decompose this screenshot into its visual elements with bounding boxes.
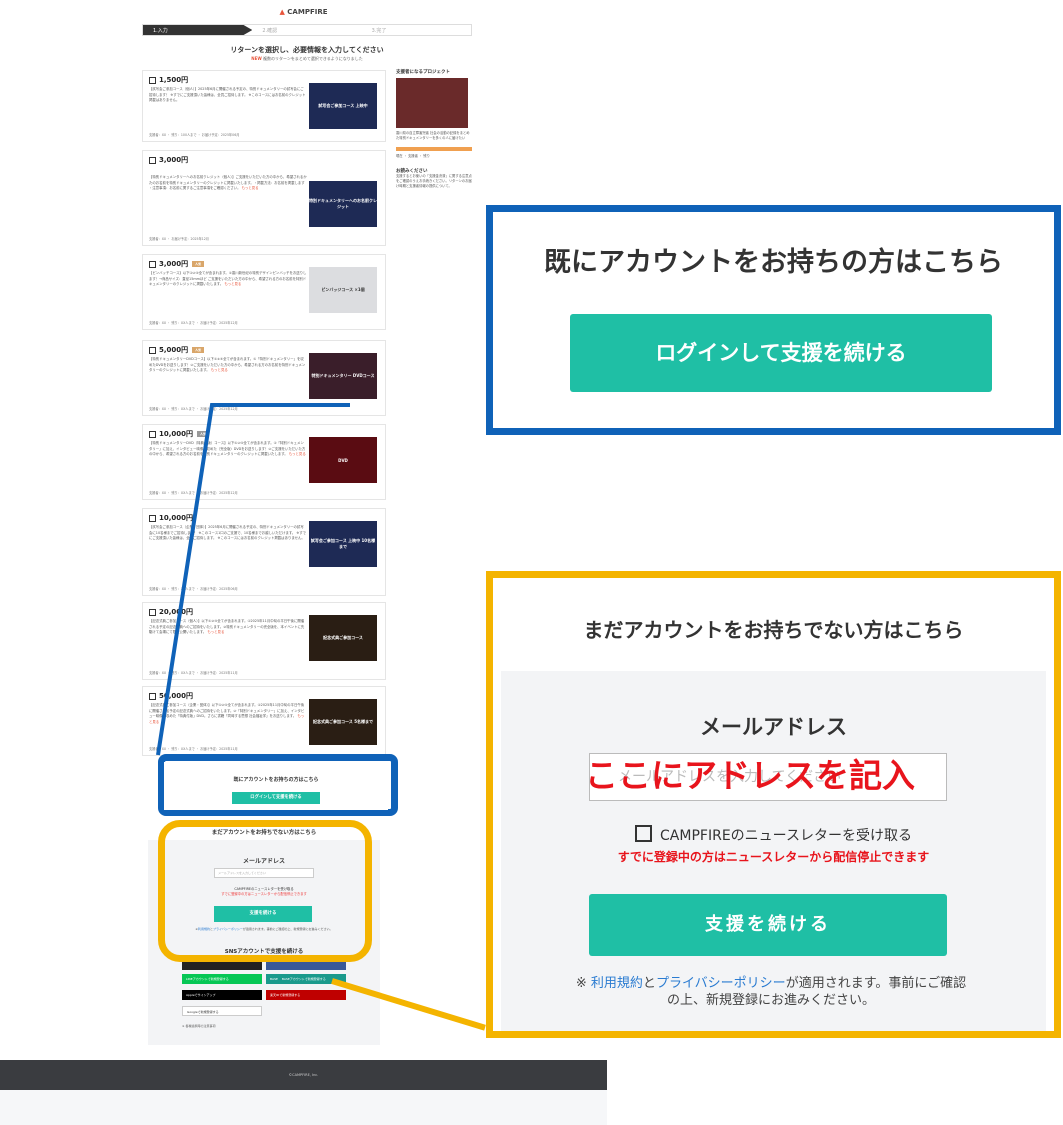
reward-meta: 支援者：XX ・ お届け予定：2025年12月 bbox=[149, 237, 209, 241]
reward-desc: 【ピンバッチコース】以下①②③全てが含まれます。①香川新世紀の特別デザインピンバ… bbox=[149, 271, 307, 286]
login-zoom-button[interactable]: ログインして支援を続ける bbox=[570, 314, 992, 392]
sns-note: ※ 各種連携時の注意事項 bbox=[182, 1024, 216, 1028]
reward-thumbnail: 試写会ご参加コース 上映中 bbox=[309, 83, 377, 129]
project-desc: 香川県の自立障害児者 社会の活動の記録をまとめた特別ドキュメンタリーを多くの人に… bbox=[396, 131, 470, 140]
reward-thumbnail: 特別ドキュメンタリーへのお名前クレジット bbox=[309, 181, 377, 227]
continue-zoom-button[interactable]: 支援を続ける bbox=[589, 894, 947, 956]
step-input: 1.入力 bbox=[143, 25, 253, 35]
login-title: 既にアカウントをお持ちの方はこちら bbox=[233, 777, 319, 783]
reward-thumbnail: ピンバッジコース ×1個 bbox=[309, 267, 377, 313]
project-stats: 現在 ・ 支援者 ・ 残り bbox=[396, 154, 430, 158]
login-zoom-title: 既にアカウントをお持ちの方はこちら bbox=[544, 247, 1003, 278]
newsletter-zoom-checkbox[interactable]: CAMPFIREのニュースレターを受け取る bbox=[501, 825, 1046, 845]
login-section: 既にアカウントをお持ちの方はこちら ログインして支援を続ける bbox=[164, 762, 388, 810]
notes-text: 支援するとお使いの「支援金決済」に関する注意点をご確認のうえお手続きください。リ… bbox=[396, 174, 472, 188]
register-zoom-callout: まだアカウントをお持ちでない方はこちら メールアドレス メールアドレスを入力して… bbox=[486, 571, 1061, 1038]
sns-line-button[interactable]: LINEアカウントで新規登録する bbox=[182, 974, 262, 984]
blue-connector-line bbox=[156, 403, 350, 756]
progress-steps: 1.入力 2.確認 3.完了 bbox=[142, 24, 472, 36]
project-sidebar: 支援者になるプロジェクト 香川県の自立障害児者 社会の活動の記録をまとめた特別ド… bbox=[396, 70, 472, 189]
page-note: NEW 複数のリターンをまとめて選択できるようになりました bbox=[251, 56, 363, 61]
reward-price: 3,000円 bbox=[149, 155, 379, 165]
reward-desc: 【試写会ご参加コース（個人）】2025年6月に開催される予定の、特別ドキュメンタ… bbox=[149, 87, 306, 102]
campfire-logo[interactable]: ▲ CAMPFIRE bbox=[0, 8, 607, 16]
terms-link[interactable]: 利用規約 bbox=[591, 976, 643, 991]
step-complete: 3.完了 bbox=[371, 27, 387, 34]
reward-thumbnail: 特別ドキュメンタリー DVDコース bbox=[309, 353, 377, 399]
reward-desc: 【特別ドキュメンタリーDVDコース】以下①②③全てが含まれます。①「特別ドキュメ… bbox=[149, 357, 306, 372]
reward-card[interactable]: 3,000円 人気 【ピンバッチコース】以下①②③全てが含まれます。①香川新世紀の… bbox=[142, 254, 386, 330]
register-zoom-panel: メールアドレス メールアドレスを入力してください ここにアドレスを記入 CAMP… bbox=[501, 671, 1046, 1031]
step-confirm: 2.確認 bbox=[262, 27, 278, 34]
reward-card[interactable]: 1,500円 【試写会ご参加コース（個人）】2025年6月に開催される予定の、特… bbox=[142, 70, 386, 142]
sns-apple-button[interactable]: Appleでサインアップ bbox=[182, 990, 262, 1000]
privacy-link[interactable]: プライバシーポリシー bbox=[656, 976, 786, 991]
terms-zoom-notice: ※ 利用規約とプライバシーポリシーが適用されます。事前にご確認の上、新規登録にお… bbox=[575, 976, 967, 1008]
reward-meta: 支援者：XX ・ 残り：XX人まで ・ お届け予定：2025年12月 bbox=[149, 321, 238, 325]
register-highlight-frame bbox=[158, 820, 372, 962]
email-annotation-text: ここにアドレスを記入 bbox=[585, 756, 915, 795]
fire-icon: ▲ bbox=[279, 8, 285, 16]
funding-progress-bar bbox=[396, 147, 472, 151]
project-thumbnail[interactable] bbox=[396, 78, 468, 128]
login-zoom-callout: 既にアカウントをお持ちの方はこちら ログインして支援を続ける bbox=[486, 205, 1061, 435]
register-zoom-title: まだアカウントをお持ちでない方はこちら bbox=[583, 618, 964, 642]
newsletter-zoom-note: すでに登録中の方はニュースレターから配信停止できます bbox=[617, 850, 930, 864]
page-title: リターンを選択し、必要情報を入力してください bbox=[230, 46, 384, 54]
sns-rakuten-button[interactable]: 楽天IDで新規登録する bbox=[266, 990, 346, 1000]
sns-google-button[interactable]: Googleで新規登録する bbox=[182, 1006, 262, 1016]
reward-desc: 【特別ドキュメンタリーへのお名前クレジット（個人）】ご支援をいただいた方の中から… bbox=[149, 175, 307, 190]
annotation-connectors bbox=[156, 403, 350, 756]
reward-meta: 支援者：XX ・ 残り：100人まで ・ お届け予定：2025年06月 bbox=[149, 133, 240, 137]
email-zoom-label: メールアドレス bbox=[700, 715, 847, 739]
footer: ©CAMPFIRE, Inc. bbox=[0, 1060, 607, 1090]
footer-bottom bbox=[0, 1090, 607, 1125]
sidebar-project-heading: 支援者になるプロジェクト bbox=[396, 70, 450, 75]
reward-card[interactable]: 3,000円 【特別ドキュメンタリーへのお名前クレジット（個人）】ご支援をいただ… bbox=[142, 150, 386, 246]
login-button[interactable]: ログインして支援を続ける bbox=[232, 792, 320, 804]
